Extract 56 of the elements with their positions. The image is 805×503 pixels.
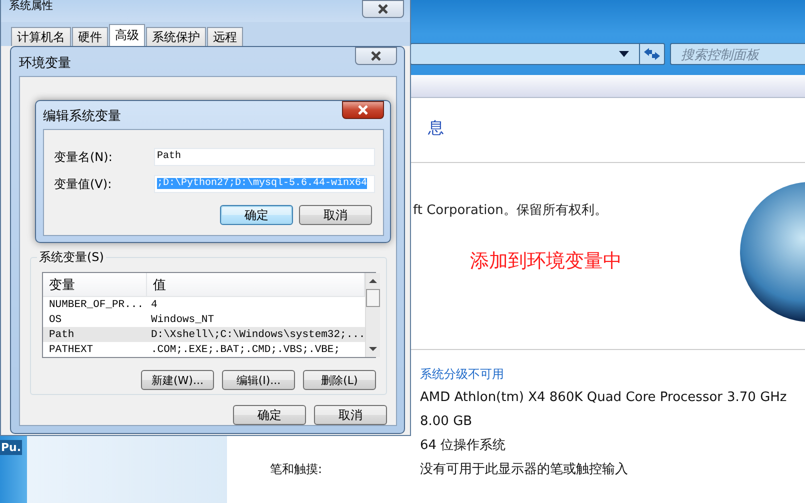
dialog-button[interactable]: 编辑(I)... [222,370,295,390]
tab[interactable]: 远程 [207,27,243,46]
list-row[interactable]: Path D:\Xshell\;C:\Windows\system32;... [43,327,366,342]
close-button[interactable] [355,47,397,65]
table-cell-text: NUMBER_OF_PR... [48,298,145,312]
section-heading: 息 [428,118,444,138]
scrollbar-thumb[interactable] [366,289,380,307]
tab[interactable]: 系统保护 [146,27,206,46]
up-arrow-icon[interactable] [369,279,378,283]
caret-icon [619,51,629,57]
down-arrow-icon[interactable] [369,347,378,351]
rating-link[interactable]: 系统分级不可用 [420,367,504,381]
detail-value: AMD Athlon(tm) X4 860K Quad Core Processor [420,390,724,404]
table-cell-text: Path [48,328,76,342]
scrollbar[interactable] [365,273,380,357]
table-cell-text: OS [48,312,63,326]
field-label: 变量名(N): [54,148,114,166]
tab[interactable]: 高级 [109,24,145,46]
close-button[interactable] [342,101,384,119]
taskbar-item[interactable]: Pu. [0,440,22,455]
field-label: 变量值(V): [54,176,113,192]
detail-value: 64 位操作系统 [420,437,507,454]
list-row[interactable]: OS Windows_NT [43,312,366,327]
detail-label: 笔和触摸: [270,460,324,478]
table-cell-text: 4 [150,298,158,312]
tab[interactable]: 计算机名 [11,27,71,46]
detail-value: 3.70 GHz [727,390,787,404]
dialog-button[interactable]: 删除(L) [303,370,376,390]
input-field[interactable]: Path [154,148,375,166]
table-cell-text: PATHEXT [48,342,94,356]
close-button[interactable] [362,0,404,18]
copyright-text: ft Corporation。保留所有权利。 [413,203,608,219]
detail-value: 8.00 GB [420,414,474,428]
annotation-text: 添加到环境变量中 [470,249,622,273]
detail-value: 没有可用于此显示器的笔或触控输入 [420,461,629,478]
list-row[interactable]: PATHEXT .COM;.EXE;.BAT;.CMD;.VBS;.VBE; [43,342,366,357]
close-icon [371,51,381,61]
dialog-button[interactable]: 新建(W)... [141,370,214,390]
tab[interactable]: 硬件 [72,27,108,46]
table-cell-text: .COM;.EXE;.BAT;.CMD;.VBS;.VBE; [150,342,340,356]
dialog-button[interactable]: 确定 [220,205,293,225]
group-label: 系统变量(S) [37,250,106,265]
address-field[interactable] [410,43,665,65]
column-header[interactable]: 变量 [43,273,147,296]
dialog-title: 编辑系统变量 [43,108,121,125]
close-icon [358,105,368,115]
table-cell-text: D:\Xshell\;C:\Windows\system32;... [150,328,366,342]
dialog-button[interactable]: 确定 [233,405,306,425]
dialog-button[interactable]: 取消 [314,405,387,425]
table-cell-text: Windows_NT [150,312,214,326]
dialog-title: 环境变量 [19,55,71,72]
close-icon [378,4,388,14]
refresh-icon [644,47,660,61]
dialog-button[interactable]: 取消 [299,205,372,225]
window-title: 系统属性 [9,0,53,12]
list-row[interactable]: NUMBER_OF_PR... 4 [43,297,366,312]
